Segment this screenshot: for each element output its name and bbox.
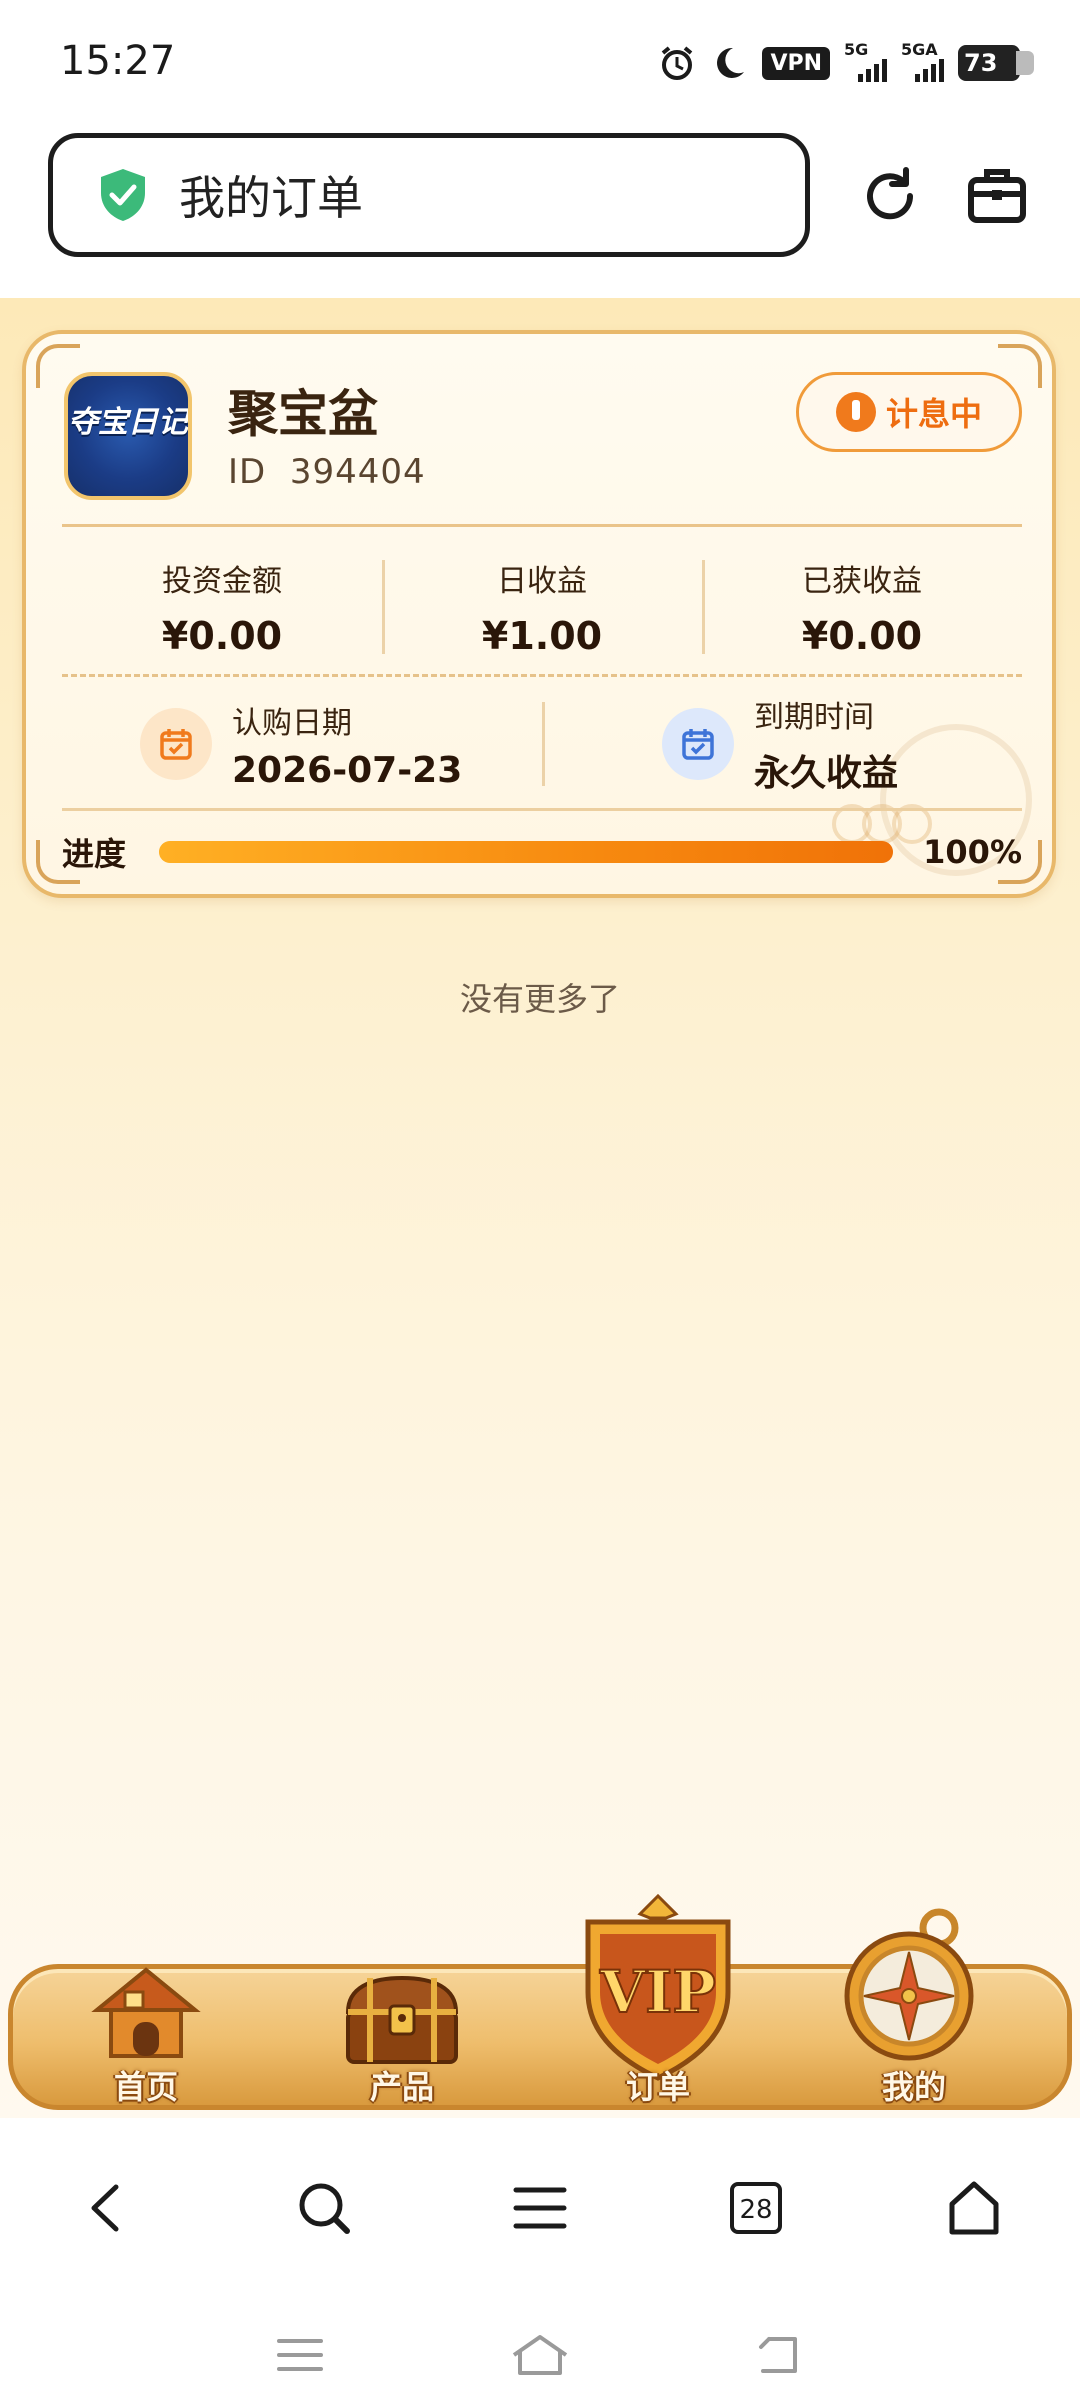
expiry-date: 到期时间 永久收益: [542, 694, 1022, 794]
search-icon[interactable]: [284, 2168, 364, 2248]
alarm-icon: [658, 44, 696, 82]
progress-bar: [159, 841, 894, 863]
clock: 15:27: [60, 38, 176, 84]
home-gesture-icon[interactable]: [505, 2330, 575, 2380]
treasure-chest-icon: [340, 1972, 464, 2072]
progress-percent: 100%: [923, 833, 1022, 871]
vip-shield-icon: VIP: [578, 1892, 738, 2086]
back-icon[interactable]: [66, 2168, 146, 2248]
order-stats: 投资金额 ¥0.00 日收益 ¥1.00 已获收益 ¥0.00: [62, 550, 1022, 660]
address-field[interactable]: 我的订单: [48, 133, 810, 257]
reload-icon[interactable]: [858, 164, 922, 228]
home-icon[interactable]: [934, 2168, 1014, 2248]
status-indicator-icon: [835, 392, 876, 432]
browser-toolbar: 28: [0, 2118, 1080, 2400]
battery-indicator: 73: [958, 45, 1034, 81]
svg-text:28: 28: [739, 2195, 772, 2225]
status-icons: VPN 5G 5GA 73: [658, 40, 1034, 82]
bottom-nav: 首页 产品 VIP 订单 我的: [0, 1892, 1080, 2118]
stat-earned-income: 已获收益 ¥0.00: [702, 550, 1022, 660]
nav-item-home[interactable]: 首页: [46, 1892, 246, 2118]
signal-sim1-icon: 5G: [844, 40, 887, 82]
do-not-disturb-moon-icon: [710, 44, 748, 82]
order-card[interactable]: 夺宝日记 聚宝盆 ID 394404 计息中 投资金额 ¥0.00 日收益 ¥1…: [22, 330, 1056, 898]
order-dates: 认购日期 2026-07-23 到期时间 永久收益: [62, 694, 1022, 794]
divider: [62, 524, 1022, 527]
calendar-check-icon: [662, 708, 734, 780]
nav-item-products[interactable]: 产品: [302, 1892, 502, 2118]
calendar-check-icon: [140, 708, 212, 780]
list-end-text: 没有更多了: [459, 980, 620, 1018]
status-bar: 15:27 VPN 5G 5GA 73: [0, 0, 1080, 130]
divider: [62, 808, 1022, 811]
recents-gesture-icon[interactable]: [265, 2330, 335, 2380]
progress-fill: [159, 841, 894, 863]
tabs-button[interactable]: 28: [716, 2168, 796, 2248]
svg-text:VIP: VIP: [599, 1958, 716, 2026]
dashed-divider: [62, 674, 1022, 677]
nav-item-profile[interactable]: 我的: [814, 1892, 1014, 2118]
stat-investment: 投资金额 ¥0.00: [161, 564, 283, 658]
secure-shield-icon: [97, 167, 149, 223]
orders-page: 夺宝日记 聚宝盆 ID 394404 计息中 投资金额 ¥0.00 日收益 ¥1…: [0, 298, 1080, 2118]
signal-sim2-icon: 5GA: [901, 40, 944, 82]
nav-item-orders[interactable]: VIP 订单: [558, 1892, 758, 2118]
product-logo-icon: 夺宝日记: [64, 372, 192, 500]
compass-icon: [839, 1908, 989, 2072]
progress-row: 进度 100%: [62, 833, 1022, 873]
status-badge: 计息中: [796, 372, 1022, 452]
page-title: 我的订单: [179, 171, 363, 225]
toolbox-icon[interactable]: [966, 164, 1028, 226]
house-icon: [91, 1964, 201, 2068]
stat-daily-income: 日收益 ¥1.00: [382, 550, 702, 660]
vpn-badge: VPN: [762, 46, 830, 80]
menu-icon[interactable]: [500, 2168, 580, 2248]
purchase-date: 认购日期 2026-07-23: [62, 694, 542, 794]
order-id: ID 394404: [228, 452, 426, 492]
browser-address-bar: 我的订单: [0, 130, 1080, 298]
product-name: 聚宝盆: [228, 385, 378, 443]
back-gesture-icon[interactable]: [745, 2330, 815, 2380]
